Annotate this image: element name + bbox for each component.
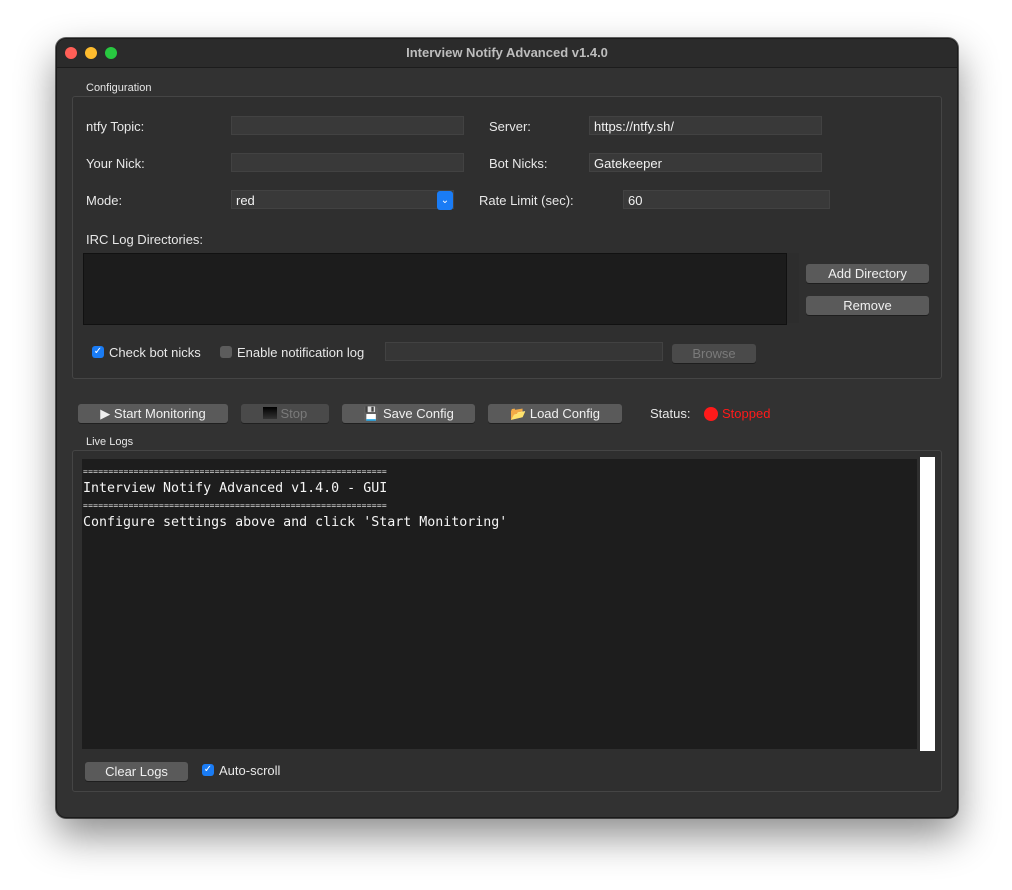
notification-log-path-input[interactable] <box>385 342 663 361</box>
status-indicator-icon <box>704 407 718 421</box>
mode-select-value: red <box>236 193 255 208</box>
stop-label: Stop <box>280 406 308 421</box>
start-monitoring-label: Start Monitoring <box>113 406 206 421</box>
add-directory-button[interactable]: Add Directory <box>806 264 929 283</box>
status-label: Status: <box>650 406 691 421</box>
save-config-button[interactable]: 💾 Save Config <box>342 404 475 423</box>
enable-notification-log-label: Enable notification log <box>237 345 365 360</box>
ntfy-topic-input[interactable] <box>231 116 464 135</box>
bot-nicks-input[interactable]: Gatekeeper <box>589 153 822 172</box>
app-window: Interview Notify Advanced v1.4.0 Configu… <box>56 38 958 818</box>
log-scrollbar[interactable] <box>920 457 935 751</box>
server-input[interactable]: https://ntfy.sh/ <box>589 116 822 135</box>
irc-log-directories-scrollbar[interactable] <box>787 253 799 323</box>
your-nick-label: Your Nick: <box>86 156 145 171</box>
auto-scroll-checkbox[interactable]: ✓ <box>202 764 214 776</box>
titlebar: Interview Notify Advanced v1.4.0 <box>57 39 957 68</box>
log-output[interactable]: ========================================… <box>82 459 917 749</box>
rate-limit-input[interactable]: 60 <box>623 190 830 209</box>
load-config-label: Load Config <box>529 406 600 421</box>
browse-button[interactable]: Browse <box>672 344 756 363</box>
log-line: ========================================… <box>83 467 387 476</box>
play-icon: ▶ <box>100 406 111 421</box>
status-value: Stopped <box>722 406 771 421</box>
ntfy-topic-label: ntfy Topic: <box>86 119 145 134</box>
window-title: Interview Notify Advanced v1.4.0 <box>406 45 608 60</box>
log-lines: ========================================… <box>82 459 917 535</box>
log-line: ========================================… <box>83 501 387 510</box>
folder-icon: 📂 <box>510 406 527 421</box>
check-bot-nicks-label: Check bot nicks <box>109 345 201 360</box>
stop-icon <box>262 407 277 419</box>
log-line: Configure settings above and click 'Star… <box>83 515 508 530</box>
start-monitoring-button[interactable]: ▶ Start Monitoring <box>78 404 228 423</box>
chevron-down-icon: ⌄ <box>437 191 453 210</box>
irc-log-directories-label: IRC Log Directories: <box>86 232 204 247</box>
floppy-disk-icon: 💾 <box>363 406 380 421</box>
remove-directory-button[interactable]: Remove <box>806 296 929 315</box>
stop-button[interactable]: Stop <box>241 404 329 423</box>
server-label: Server: <box>489 119 531 134</box>
rate-limit-label: Rate Limit (sec): <box>479 193 574 208</box>
save-config-label: Save Config <box>382 406 454 421</box>
mode-select[interactable]: red ⌄ <box>231 190 454 210</box>
check-bot-nicks-checkbox[interactable]: ✓ <box>92 346 104 358</box>
your-nick-input[interactable] <box>231 153 464 172</box>
enable-notification-log-checkbox[interactable] <box>220 346 232 358</box>
clear-logs-button[interactable]: Clear Logs <box>85 762 188 781</box>
auto-scroll-label: Auto-scroll <box>219 763 281 778</box>
irc-log-directories-list[interactable] <box>83 253 787 325</box>
mode-label: Mode: <box>86 193 123 208</box>
log-line: Interview Notify Advanced v1.4.0 - GUI <box>83 481 388 496</box>
configuration-group-label: Configuration <box>86 82 152 94</box>
bot-nicks-label: Bot Nicks: <box>489 156 548 171</box>
live-logs-group-label: Live Logs <box>86 436 134 448</box>
load-config-button[interactable]: 📂 Load Config <box>488 404 622 423</box>
